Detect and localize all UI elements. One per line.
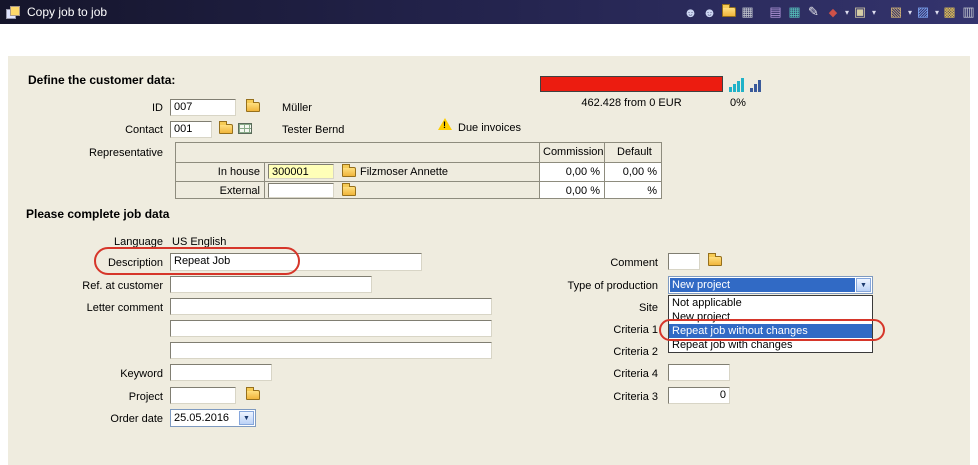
grid-line [264,162,265,198]
contact-table-icon[interactable] [238,123,252,134]
toolbar-separator [757,0,766,24]
in-house-label: In house [176,166,260,178]
contact-id-input[interactable]: 001 [170,121,212,138]
description-label: Description [48,257,163,269]
statistics-chart-icon[interactable] [750,77,761,92]
job-section-heading: Please complete job data [26,207,169,221]
contact-lookup-folder-icon[interactable] [219,124,233,134]
criteria-3-label: Criteria 3 [548,391,658,403]
customer-id-input[interactable]: 007 [170,99,236,116]
commission-column-header: Commission [543,146,604,158]
chevron-down-icon [872,3,876,18]
chevron-down-icon [935,3,939,18]
bar-chart-icon[interactable] [729,77,744,92]
type-of-production-select[interactable]: New project [668,276,873,294]
edit-pencil-icon[interactable] [804,3,823,21]
toolbar-separator [877,0,886,24]
project-label: Project [48,391,163,403]
customer-lookup-folder-icon[interactable] [246,102,260,112]
in-house-default: 0,00 % [607,166,657,178]
in-house-rep-input[interactable]: 300001 [268,164,334,179]
chevron-down-icon[interactable] [239,411,254,425]
external-default: % [607,185,657,197]
diamond-menu-icon[interactable] [823,3,850,21]
clipped-toolbar-icon[interactable] [959,3,978,21]
keyword-input[interactable] [170,364,272,381]
budget-progress-bar [540,76,723,92]
language-value: US English [172,236,226,248]
calculator-icon[interactable] [738,3,757,21]
dialog-body: Define the customer data: 462.428 from 0… [8,56,970,465]
customer-name-text: Müller [282,102,312,114]
representative-table: Commission Default In house 300001 Filzm… [175,142,662,199]
ref-at-customer-input[interactable] [170,276,372,293]
export-menu-icon[interactable] [913,3,940,21]
comment-folder-icon[interactable] [708,256,722,266]
representative-label: Representative [48,147,163,159]
copy-stack-icon[interactable] [940,3,959,21]
titlebar[interactable]: Copy job to job [0,0,978,24]
budget-progress-fill [541,77,722,91]
budget-percent-text: 0% [730,97,746,109]
book-icon[interactable] [766,3,785,21]
dropdown-option-repeat-job-without-changes[interactable]: Repeat job without changes [669,324,872,338]
user-edit-icon[interactable] [681,3,700,21]
criteria-4-input[interactable] [668,364,730,381]
package-menu-icon[interactable] [886,3,913,21]
due-invoices-link[interactable]: Due invoices [458,122,521,134]
criteria-3-input[interactable]: 0 [668,387,730,404]
letter-comment-input-3[interactable] [170,342,492,359]
in-house-folder-icon[interactable] [342,167,356,177]
comment-label: Comment [548,257,658,269]
toolbar [681,0,978,24]
budget-amount-text: 462.428 from 0 EUR [540,97,723,109]
type-of-production-dropdown-list: Not applicable New project Repeat job wi… [668,295,873,353]
order-date-select[interactable]: 25.05.2016 [170,409,256,427]
id-label: ID [48,102,163,114]
copy-job-to-job-window: Copy job to job Define the customer data… [0,0,978,465]
criteria-4-label: Criteria 4 [548,368,658,380]
type-of-production-value: New project [670,278,855,292]
order-date-value: 25.05.2016 [172,411,238,425]
criteria-1-label: Criteria 1 [548,324,658,336]
letter-comment-label: Letter comment [48,302,163,314]
description-input[interactable]: Repeat Job [170,253,422,271]
in-house-rep-name: Filzmoser Annette [360,166,448,178]
ref-at-customer-label: Ref. at customer [48,280,163,292]
external-folder-icon[interactable] [342,186,356,196]
dropdown-option-repeat-job-with-changes[interactable]: Repeat job with changes [669,338,872,352]
default-column-header: Default [617,146,652,158]
language-label: Language [48,236,163,248]
chevron-down-icon [908,3,912,18]
new-folder-icon[interactable] [719,3,738,21]
chevron-down-icon[interactable] [856,278,871,292]
letter-comment-input-2[interactable] [170,320,492,337]
window-title: Copy job to job [27,5,107,19]
criteria-2-label: Criteria 2 [548,346,658,358]
external-commission: 0,00 % [542,185,600,197]
customer-section-heading: Define the customer data: [28,73,175,87]
window-icon [6,6,20,19]
type-of-production-label: Type of production [548,280,658,292]
contact-label: Contact [48,124,163,136]
dropdown-option-new-project[interactable]: New project [669,310,872,324]
project-input[interactable] [170,387,236,404]
dropdown-option-not-applicable[interactable]: Not applicable [669,296,872,310]
keyword-label: Keyword [48,368,163,380]
spreadsheet-icon[interactable] [785,3,804,21]
order-date-label: Order date [48,413,163,425]
project-folder-icon[interactable] [246,390,260,400]
comment-input[interactable] [668,253,700,270]
chevron-down-icon [845,3,849,18]
site-label: Site [548,302,658,314]
folder-glyph [722,7,736,17]
letter-comment-input-1[interactable] [170,298,492,315]
external-label: External [176,185,260,197]
print-menu-icon[interactable] [850,3,877,21]
external-rep-input[interactable] [268,183,334,198]
user-add-icon[interactable] [700,3,719,21]
in-house-commission: 0,00 % [542,166,600,178]
warning-icon [438,118,452,130]
contact-name-text: Tester Bernd [282,124,344,136]
